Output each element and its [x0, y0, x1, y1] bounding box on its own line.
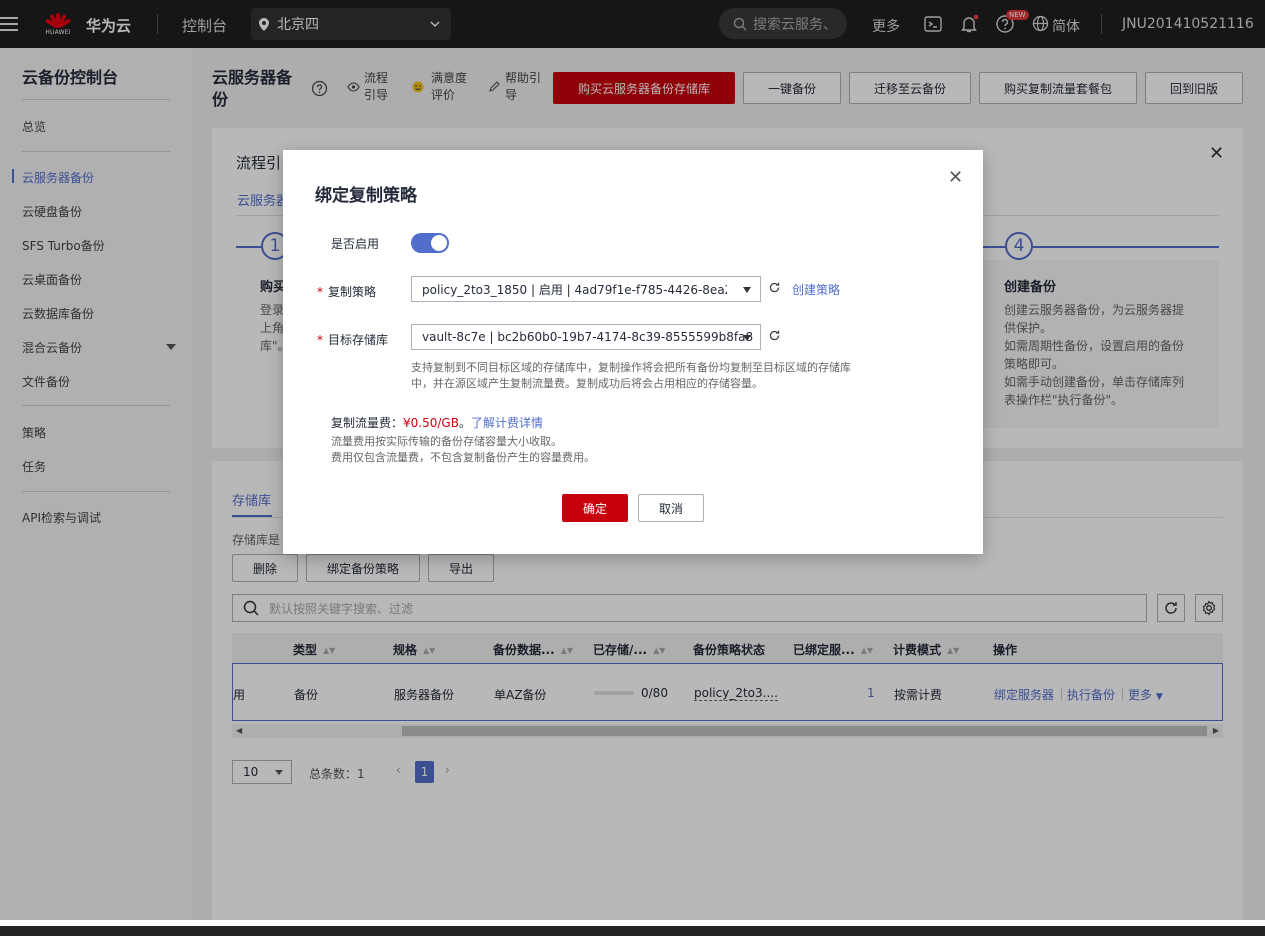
replication-fee: 复制流量费：¥0.50/GB。了解计费详情 [331, 416, 543, 430]
policy-label: * 复制策略 [317, 285, 377, 299]
confirm-button[interactable]: 确定 [562, 494, 628, 522]
target-vault-label: * 目标存储库 [317, 333, 389, 347]
create-policy-link[interactable]: 创建策略 [792, 281, 840, 298]
close-icon[interactable]: ✕ [948, 167, 963, 188]
refresh-icon[interactable] [768, 281, 781, 294]
cancel-button[interactable]: 取消 [638, 494, 704, 522]
dialog-title: 绑定复制策略 [315, 186, 417, 206]
target-vault-select[interactable]: vault-8c7e | bc2b60b0-19b7-4174-8c39-855… [411, 324, 761, 350]
replication-policy-select[interactable]: policy_2to3_1850 | 启用 | 4ad79f1e-f785-44… [411, 276, 761, 302]
caret-down-icon [743, 287, 751, 293]
bind-replication-policy-dialog: 绑定复制策略 ✕ 是否启用 * 复制策略 policy_2to3_1850 | 启… [283, 150, 983, 554]
caret-down-icon [743, 335, 751, 341]
fee-note: 流量费用按实际传输的备份存储容量大小收取。 费用仅包含流量费，不包含复制备份产生的… [331, 435, 595, 464]
fee-price: ¥0.50/GB [403, 416, 459, 430]
enable-toggle[interactable] [411, 233, 449, 253]
bottom-bar [0, 920, 1265, 936]
fee-details-link[interactable]: 了解计费详情 [471, 416, 543, 430]
refresh-icon[interactable] [768, 329, 781, 342]
vault-note: 支持复制到不同目标区域的存储库中，复制操作将会把所有备份均复制至目标区域的存储库… [411, 361, 851, 390]
enable-label: 是否启用 [331, 237, 380, 251]
